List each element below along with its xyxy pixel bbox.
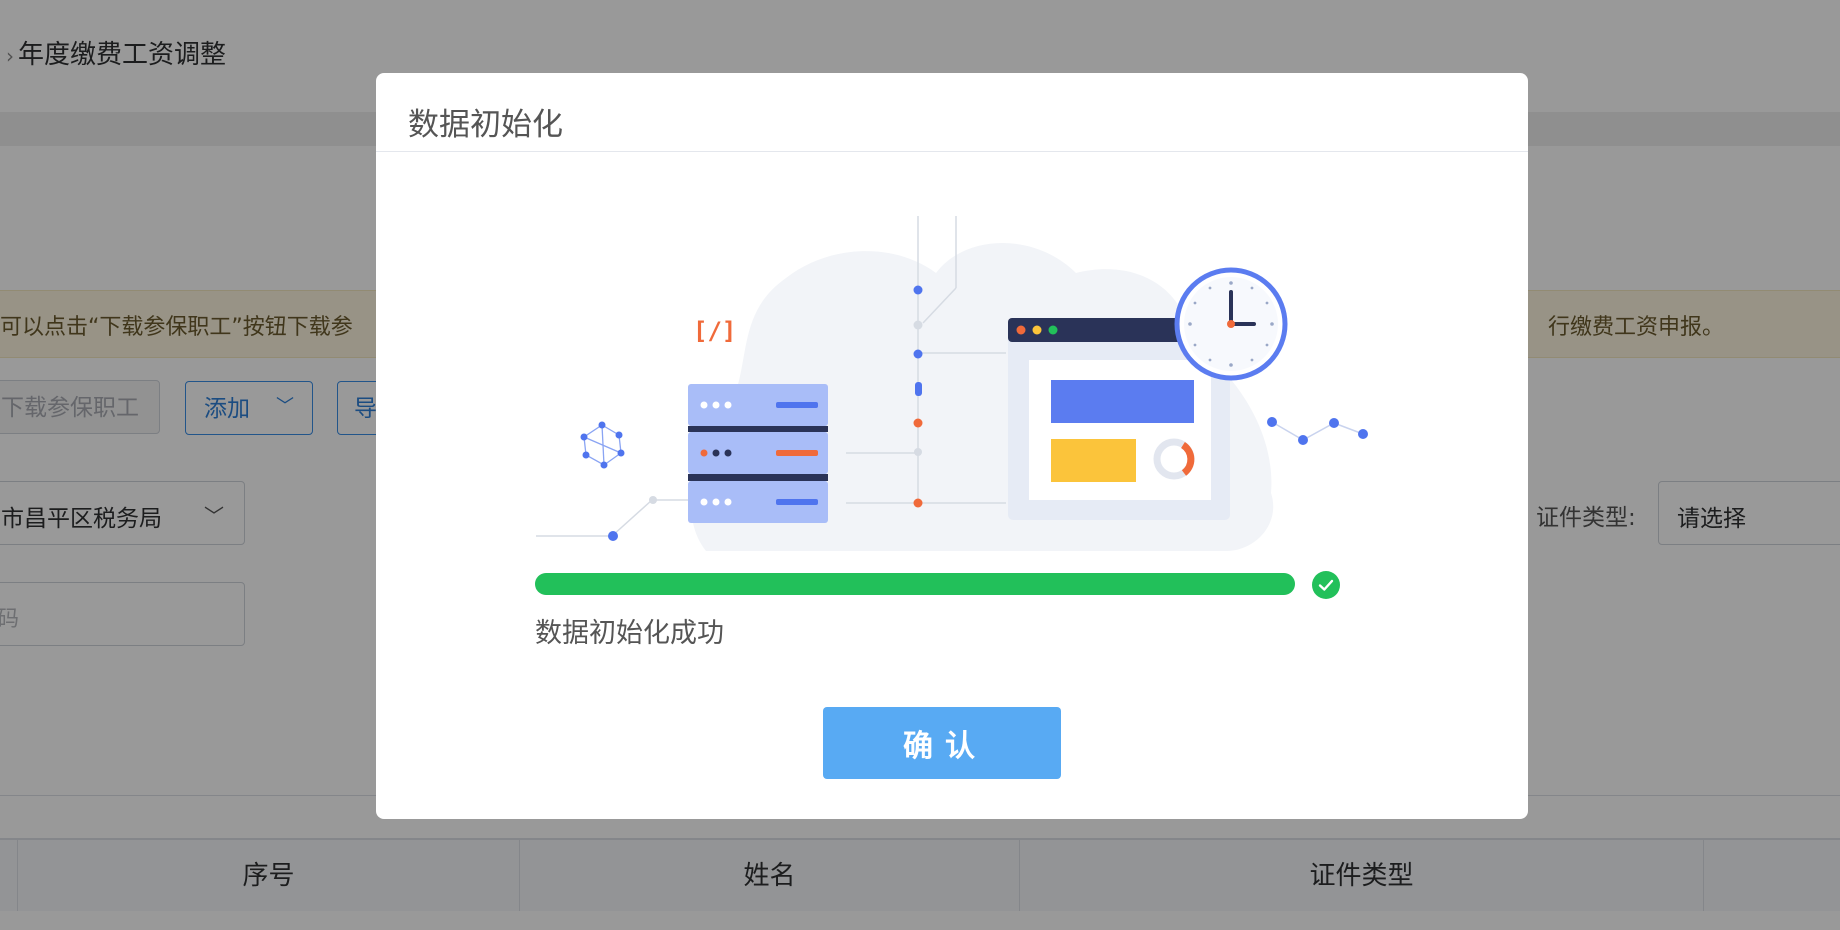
code-glyph: [/] — [693, 317, 736, 345]
progress-bar-fill — [535, 573, 1295, 595]
data-init-illustration: [/] — [536, 216, 1368, 551]
molecule-icon — [580, 421, 625, 469]
data-init-dialog: 数据初始化 [/] 数据初始化成功 确认 — [376, 73, 1528, 819]
network-dots-icon — [1267, 417, 1368, 445]
progress-bar — [535, 573, 1295, 595]
check-circle-icon — [1312, 571, 1340, 599]
confirm-button[interactable]: 确认 — [823, 707, 1061, 779]
clock-icon — [1174, 267, 1288, 381]
server-stack-icon — [688, 384, 828, 523]
status-text: 数据初始化成功 — [535, 618, 724, 649]
